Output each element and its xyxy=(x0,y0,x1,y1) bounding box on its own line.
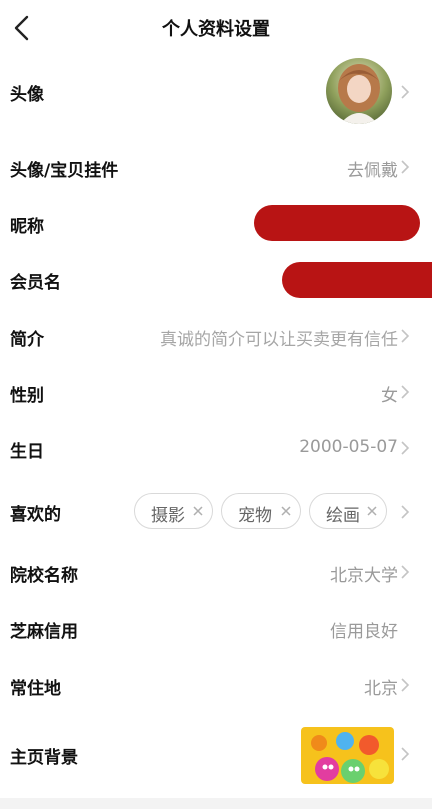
tag-chip[interactable]: 宠物 xyxy=(221,493,301,529)
close-icon[interactable] xyxy=(366,505,378,517)
tag-label: 宠物 xyxy=(238,506,272,526)
label-nickname: 昵称 xyxy=(10,217,44,237)
chevron-right-icon xyxy=(401,678,410,692)
row-school[interactable]: 院校名称 北京大学 xyxy=(0,550,432,594)
redacted-member-name xyxy=(282,262,432,298)
close-icon[interactable] xyxy=(280,505,292,517)
label-gender: 性别 xyxy=(10,386,44,406)
value-school: 北京大学 xyxy=(330,566,398,586)
label-pendant: 头像/宝贝挂件 xyxy=(10,161,119,181)
label-avatar: 头像 xyxy=(10,85,44,105)
value-residence: 北京 xyxy=(364,679,398,699)
chevron-right-icon xyxy=(401,441,410,455)
label-background: 主页背景 xyxy=(10,748,78,768)
row-pendant[interactable]: 头像/宝贝挂件 去佩戴 xyxy=(0,145,432,189)
label-birthday: 生日 xyxy=(10,442,44,462)
label-bio: 简介 xyxy=(10,330,44,350)
chevron-right-icon xyxy=(401,160,410,174)
label-school: 院校名称 xyxy=(10,566,78,586)
chevron-right-icon[interactable] xyxy=(400,505,410,519)
chevron-right-icon xyxy=(401,85,410,99)
redacted-nickname xyxy=(254,205,420,241)
label-likes: 喜欢的 xyxy=(10,505,61,525)
label-residence: 常住地 xyxy=(10,679,61,699)
tag-label: 摄影 xyxy=(151,506,185,526)
header-bar: 个人资料设置 xyxy=(0,0,432,56)
tag-label: 绘画 xyxy=(326,506,360,526)
bio-placeholder: 真诚的简介可以让买卖更有信任 xyxy=(160,330,398,350)
avatar[interactable] xyxy=(326,58,392,124)
value-gender: 女 xyxy=(381,386,398,406)
row-bio[interactable]: 简介 真诚的简介可以让买卖更有信任 xyxy=(0,314,432,358)
chevron-right-icon xyxy=(401,385,410,399)
page-title: 个人资料设置 xyxy=(162,19,270,40)
value-pendant: 去佩戴 xyxy=(347,161,398,181)
chevron-right-icon xyxy=(401,329,410,343)
label-sesame-credit: 芝麻信用 xyxy=(10,622,78,642)
row-birthday[interactable]: 生日 2000-05-07 xyxy=(0,426,432,470)
tag-chip[interactable]: 绘画 xyxy=(309,493,387,529)
close-icon[interactable] xyxy=(192,505,204,517)
row-residence[interactable]: 常住地 北京 xyxy=(0,663,432,707)
value-birthday: 2000-05-07 xyxy=(299,437,398,457)
label-member-name: 会员名 xyxy=(10,273,61,293)
row-gender[interactable]: 性别 女 xyxy=(0,370,432,414)
tag-chip[interactable]: 摄影 xyxy=(134,493,213,529)
chevron-right-icon xyxy=(401,565,410,579)
background-thumbnail[interactable] xyxy=(301,727,394,784)
chevron-right-icon xyxy=(401,747,410,761)
value-sesame-credit: 信用良好 xyxy=(330,622,398,642)
row-sesame-credit[interactable]: 芝麻信用 信用良好 xyxy=(0,606,432,650)
bottom-divider xyxy=(0,798,432,809)
